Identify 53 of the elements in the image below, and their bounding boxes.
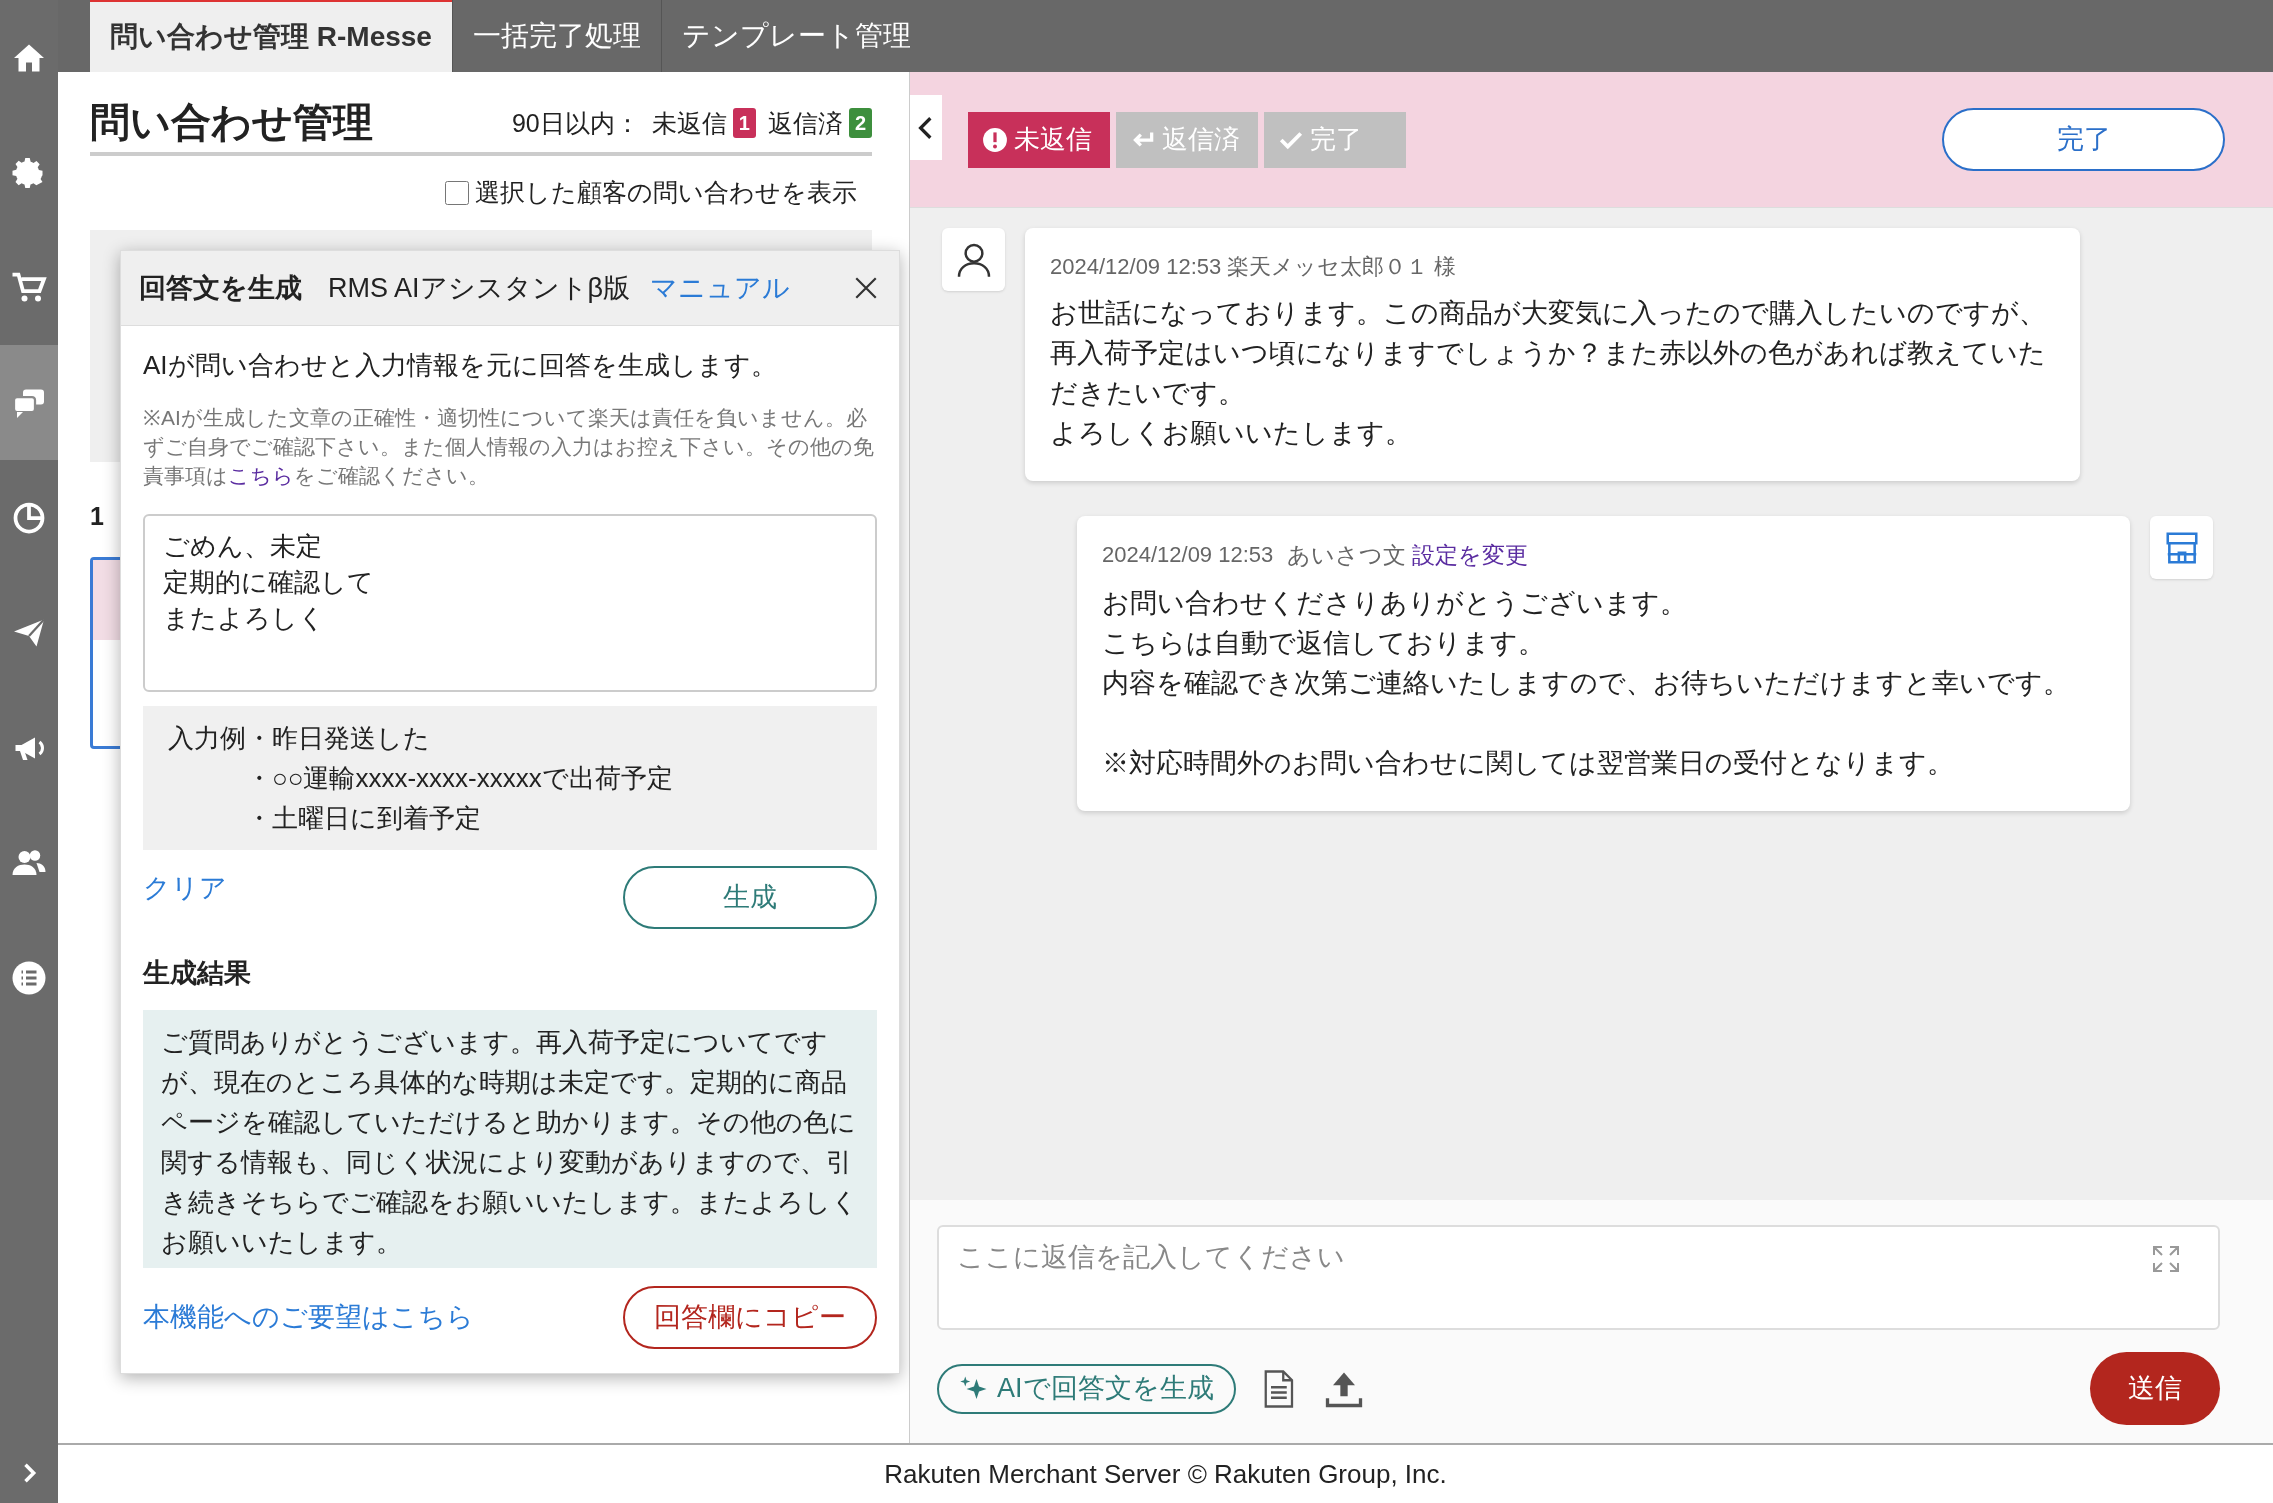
message-meta: 2024/12/09 12:53 楽天メッセ太郎０１ 様 (1050, 253, 1457, 281)
disclaimer-text: ※AIが生成した文章の正確性・適切性について楽天は責任を負いません。必ずご自身でご確認下さい。また個人情報の入力はお控え下さい。その他の免責事項は こちら をご確認ください。 (143, 405, 875, 489)
message-line: お問い合わせくださりありがとうございます。 (1102, 586, 1687, 620)
clear-link[interactable]: クリア (143, 868, 227, 909)
expand-icon (2150, 1243, 2182, 1275)
settings-link[interactable]: 設定を変更 (1412, 538, 1529, 573)
input-line: 定期的に確認して (163, 566, 374, 599)
alert-icon (982, 126, 1008, 153)
period-label: 90日以内： (511, 107, 640, 139)
send-button[interactable]: 送信 (2090, 1352, 2220, 1425)
count-label: 返信済 (767, 107, 843, 139)
result-heading: 生成結果 (143, 957, 252, 990)
page-title: 問い合わせ管理 (90, 102, 373, 146)
message-type-label: あいさつ文 (1287, 541, 1407, 570)
message-line: 再入荷予定はいつ頃になりますでしょうか？また赤以外の色があれば教えていただきたいです。 (1050, 337, 2047, 410)
prompt-input[interactable]: ごめん、未定 定期的に確認して またよろしく (143, 514, 877, 692)
status-button[interactable]: 未返信 (968, 111, 1110, 168)
generated-answer: ご質問ありがとうございます。再入荷予定についてですが、現在のところ具体的な時期は未定です。定期的に商品ページを確認していただけると助かります。その他の色に関する情報も、同じく状況により変動がありますので、引き続きそちらでご確認をお願いいたします。またよろしくお願いいたします。 (143, 1009, 877, 1268)
copy-button[interactable]: 回答欄にコピー (623, 1285, 877, 1349)
message-line: ※対応時間外のお問い合わせに関しては翌営業日の受付となります。 (1102, 746, 1954, 780)
nav-item[interactable] (0, 345, 58, 460)
copyright-text: Rakuten Merchant Server © Rakuten Group, Inc. (884, 1457, 1447, 1491)
dialog-description: AIが問い合わせと入力情報を元に回答を生成します。 (143, 349, 778, 382)
collapse-button[interactable] (910, 95, 942, 160)
checkbox-label: 選択した顧客の問い合わせを表示 (475, 177, 857, 208)
reply-input[interactable]: ここに返信を記入してください (937, 1225, 2220, 1330)
manual-link[interactable]: マニュアル (650, 267, 791, 309)
count-badge: 1 (732, 108, 756, 139)
generate-button[interactable]: 生成 (623, 866, 877, 929)
checkbox[interactable] (445, 180, 469, 205)
example-line: ・昨日発送した (246, 722, 431, 755)
ai-generate-button[interactable]: AIで回答文を生成 (937, 1363, 1236, 1414)
list-icon (11, 959, 47, 996)
example-line: ・土曜日に到着予定 (246, 802, 482, 835)
dialog-subtitle: RMS AIアシスタントβ版 (328, 271, 631, 305)
result-count: 1 (90, 500, 104, 532)
example-line: ・○○運輸xxxx-xxxx-xxxxxで出荷予定 (246, 762, 673, 795)
close-icon (853, 275, 879, 301)
dialog-title: 回答文を生成 (139, 271, 302, 305)
example-label: 入力例 (168, 722, 246, 755)
count-label: 未返信 (651, 107, 727, 139)
input-line: ごめん、未定 (163, 530, 322, 563)
complete-button[interactable]: 完了 (1942, 108, 2225, 171)
message-line: こちらは自動で返信しております。 (1102, 626, 1545, 660)
message-line: よろしくお願いいたします。 (1050, 417, 1412, 450)
message-meta: 2024/12/09 12:53 (1102, 541, 1274, 569)
input-line: またよろしく (163, 602, 325, 635)
count-badge: 2 (848, 108, 872, 139)
tab[interactable]: 問い合わせ管理 R-Messe (90, 0, 452, 72)
message-line: 内容を確認でき次第ご連絡いたしますので、お待ちいただけますと幸いです。 (1102, 666, 2070, 700)
feedback-link[interactable]: 本機能へのご要望はこちら (143, 1296, 474, 1338)
message-line: お世話になっております。この商品が大変気に入ったので購入したいのですが、 (1050, 297, 2046, 330)
disclaimer-link[interactable]: こちら (228, 464, 294, 487)
